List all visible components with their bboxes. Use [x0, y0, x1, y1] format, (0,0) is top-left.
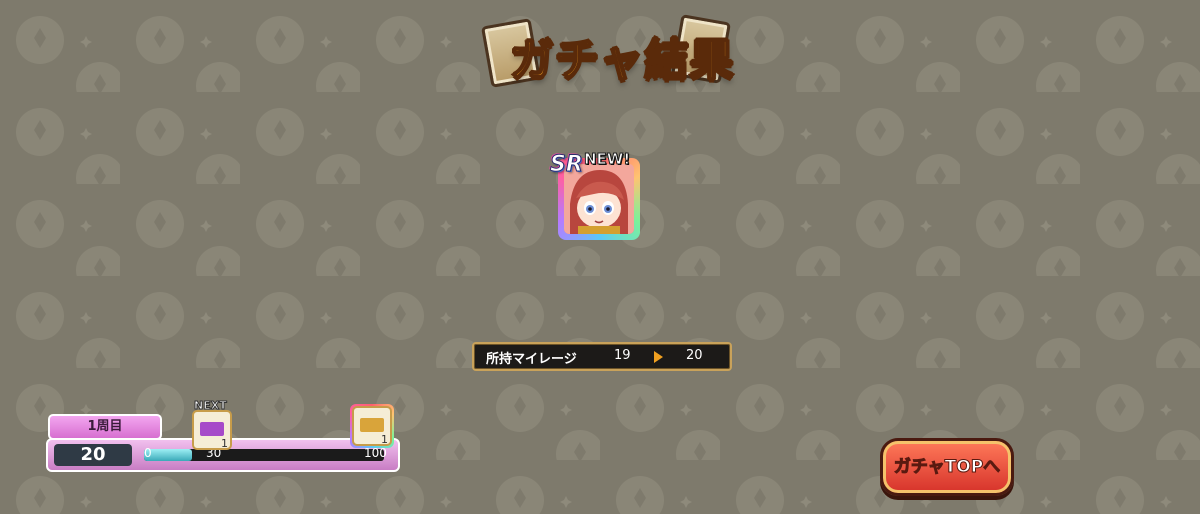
rarity-badge: SR [550, 152, 584, 178]
lap-badge: 1周目 [48, 414, 162, 440]
arrow-right-icon [654, 351, 663, 363]
progress-tick-end: 100 [364, 446, 387, 460]
next-reward-card[interactable]: 1 [192, 410, 232, 450]
mileage-label: 所持マイレージ [486, 352, 577, 367]
gacha-top-button[interactable]: ガチャTOPへ [880, 438, 1014, 496]
final-reward-count: 1 [381, 433, 388, 446]
mileage-to-value: 20 [686, 348, 703, 363]
sr-ticket-icon [360, 418, 384, 432]
page-title: ガチャ結果 [509, 34, 735, 87]
ticket-icon [200, 422, 224, 436]
mileage-bar: 所持マイレージ 19 20 [472, 342, 732, 371]
next-reward-count: 1 [221, 437, 228, 450]
progress-count: 20 [54, 444, 132, 466]
progress-tick-start: 0 [144, 446, 152, 460]
new-badge: NEW! [583, 150, 631, 169]
gacha-result-card[interactable]: SR NEW! [550, 150, 642, 240]
final-reward-card: 1 [352, 406, 392, 446]
mileage-from-value: 19 [614, 348, 631, 363]
final-reward-frame[interactable]: 1 [350, 404, 394, 448]
progress-track [144, 449, 384, 461]
